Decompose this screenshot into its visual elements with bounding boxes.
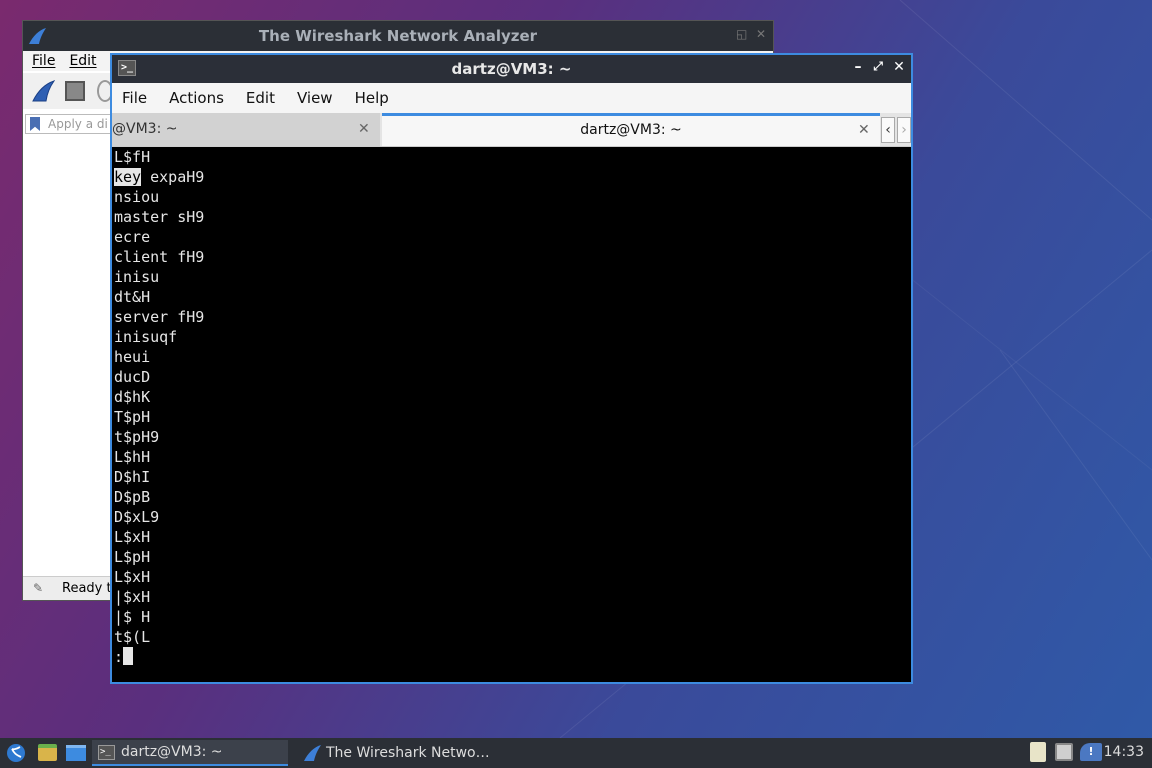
- tab-1-close-icon[interactable]: ✕: [358, 113, 370, 146]
- selected-text: key: [114, 168, 142, 186]
- terminal-line: D$pB: [114, 488, 151, 506]
- menu-actions[interactable]: Actions: [169, 89, 224, 107]
- bookmark-icon[interactable]: [30, 117, 40, 131]
- line-rest: expaH9: [141, 168, 205, 186]
- minimize-icon[interactable]: –: [850, 59, 866, 75]
- terminal-line: client fH9: [114, 248, 205, 266]
- taskbar-wireshark-app[interactable]: The Wireshark Netwo…: [296, 740, 496, 766]
- terminal-menubar: File Actions Edit View Help: [112, 83, 911, 113]
- prompt-line[interactable]: :: [114, 647, 911, 667]
- tab-bar: @VM3: ~ ✕ dartz@VM3: ~ ✕ ‹ ›: [112, 113, 911, 147]
- terminal-line: |$xH: [114, 588, 151, 606]
- terminal-line: inisuqf: [114, 328, 178, 346]
- wireshark-icon: [304, 745, 321, 761]
- terminal-window[interactable]: >_ dartz@VM3: ~ – ⤢ ✕ File Actions Edit …: [110, 53, 913, 684]
- wireshark-title: The Wireshark Network Analyzer: [258, 27, 538, 45]
- tab-scroll-right-icon[interactable]: ›: [897, 117, 911, 143]
- terminal-line: L$xH: [114, 528, 151, 546]
- show-desktop-icon[interactable]: [66, 745, 86, 761]
- terminal-icon: >_: [98, 744, 115, 760]
- terminal-line: L$pH: [114, 548, 151, 566]
- taskbar: >_ dartz@VM3: ~ The Wireshark Netwo… ! 1…: [0, 738, 1152, 768]
- taskbar-terminal-app[interactable]: >_ dartz@VM3: ~: [92, 740, 288, 766]
- wireshark-titlebar[interactable]: The Wireshark Network Analyzer ◱ ✕: [23, 21, 773, 51]
- terminal-line: ducD: [114, 368, 151, 386]
- terminal-line: ecre: [114, 228, 151, 246]
- terminal-line: L$fH: [114, 148, 151, 166]
- terminal-line: server fH9: [114, 308, 205, 326]
- file-manager-icon[interactable]: [38, 744, 57, 761]
- tab-2[interactable]: dartz@VM3: ~ ✕: [382, 113, 880, 146]
- pager-prompt: :: [114, 648, 124, 666]
- terminal-titlebar[interactable]: >_ dartz@VM3: ~ – ⤢ ✕: [112, 55, 911, 83]
- network-icon[interactable]: [1055, 743, 1073, 761]
- terminal-line: L$hH: [114, 448, 151, 466]
- terminal-line: D$hI: [114, 468, 151, 486]
- menu-file[interactable]: File: [122, 89, 147, 107]
- taskbar-terminal-label: dartz@VM3: ~: [121, 744, 223, 760]
- menu-view[interactable]: View: [297, 89, 333, 107]
- wireshark-maximize-icon[interactable]: ◱: [736, 27, 747, 41]
- menu-edit[interactable]: Edit: [246, 89, 275, 107]
- tab-1[interactable]: @VM3: ~ ✕: [112, 113, 380, 146]
- ws-menu-edit[interactable]: Edit: [69, 53, 96, 69]
- start-capture-icon[interactable]: [31, 79, 55, 103]
- menu-help[interactable]: Help: [355, 89, 389, 107]
- terminal-output[interactable]: L$fH key expaH9 nsiou master sH9 ecre cl…: [112, 147, 911, 682]
- filter-placeholder: Apply a di: [48, 117, 108, 131]
- text-cursor: [123, 647, 134, 665]
- terminal-line: D$xL9: [114, 508, 160, 526]
- expert-info-icon[interactable]: ✎: [33, 581, 43, 595]
- tab-2-close-icon[interactable]: ✕: [858, 116, 870, 144]
- terminal-title: dartz@VM3: ~: [451, 60, 572, 78]
- tab-scroll-left-icon[interactable]: ‹: [881, 117, 895, 143]
- terminal-line: master sH9: [114, 208, 205, 226]
- terminal-line: t$pH9: [114, 428, 160, 446]
- wireshark-close-icon[interactable]: ✕: [756, 27, 766, 41]
- terminal-line: t$(L: [114, 628, 151, 646]
- ws-menu-file[interactable]: File: [32, 53, 55, 69]
- terminal-line: key expaH9: [114, 167, 911, 187]
- start-menu-icon[interactable]: [6, 743, 26, 763]
- taskbar-wireshark-label: The Wireshark Netwo…: [326, 745, 490, 761]
- clock[interactable]: 14:33: [1104, 744, 1144, 760]
- terminal-line: nsiou: [114, 188, 160, 206]
- close-icon[interactable]: ✕: [891, 59, 907, 75]
- tab-1-label: @VM3: ~: [112, 121, 178, 137]
- terminal-line: dt&H: [114, 288, 151, 306]
- terminal-line: d$hK: [114, 388, 151, 406]
- terminal-line: |$ H: [114, 608, 151, 626]
- terminal-line: L$xH: [114, 568, 151, 586]
- terminal-line: T$pH: [114, 408, 151, 426]
- notification-icon[interactable]: !: [1080, 743, 1102, 761]
- tab-2-label: dartz@VM3: ~: [580, 122, 682, 138]
- clipboard-icon[interactable]: [1030, 742, 1046, 762]
- maximize-icon[interactable]: ⤢: [870, 59, 886, 74]
- stop-capture-icon[interactable]: [65, 81, 85, 101]
- terminal-line: heui: [114, 348, 151, 366]
- terminal-line: inisu: [114, 268, 160, 286]
